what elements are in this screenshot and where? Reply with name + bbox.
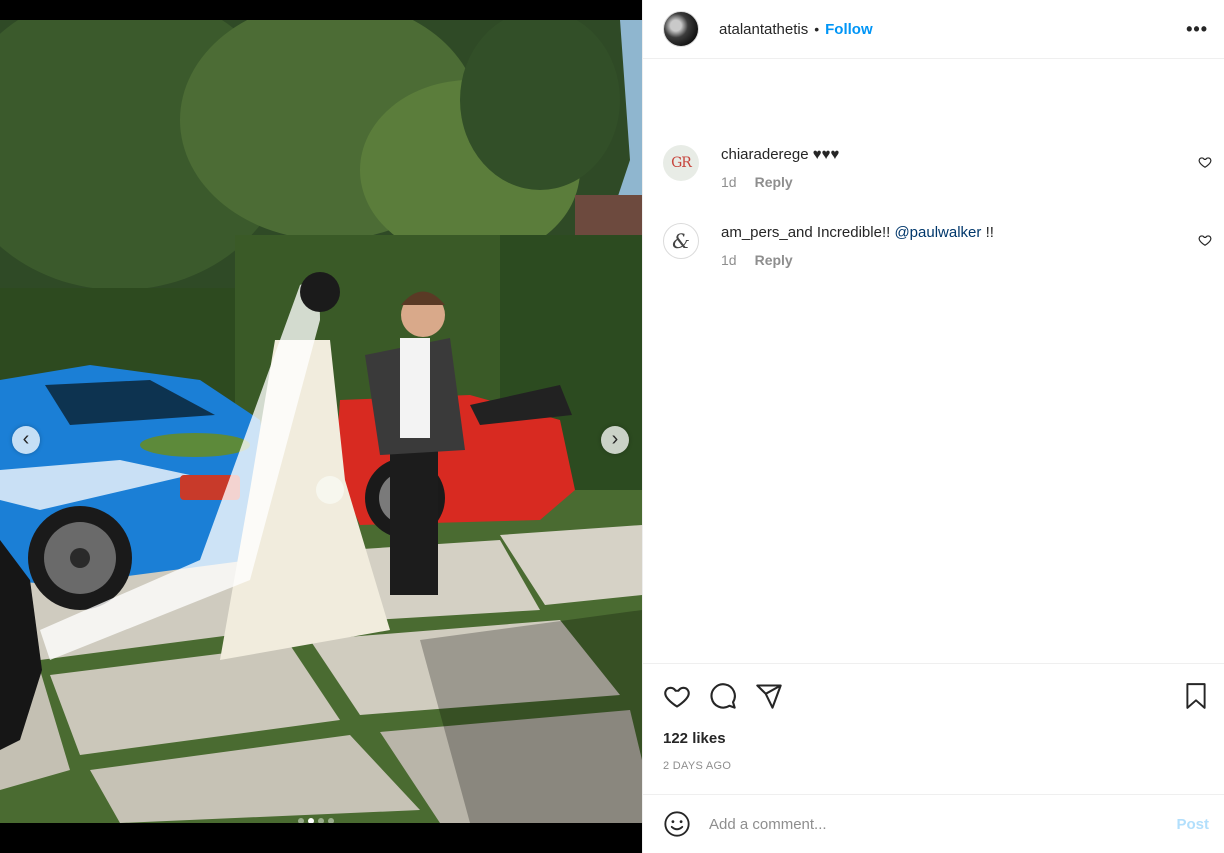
comment-text: Incredible!! (816, 224, 891, 241)
comment-age[interactable]: 1d (721, 252, 737, 268)
likes-count[interactable]: 122 likes (663, 730, 726, 747)
emoji-smiley-icon[interactable] (663, 810, 691, 838)
comment-item: GR chiaraderege ♥♥♥ 1d Reply (663, 145, 1212, 190)
comment-age[interactable]: 1d (721, 174, 737, 190)
carousel-dot (328, 818, 334, 823)
post-side-panel: atalantathetis • Follow ••• GR chiarader… (642, 0, 1224, 853)
like-heart-icon[interactable] (663, 682, 691, 710)
carousel-dot (318, 818, 324, 823)
post-comment-button[interactable]: Post (1176, 816, 1209, 833)
wedding-photo-illustration (0, 20, 642, 823)
comment-like-heart-icon[interactable] (1198, 233, 1212, 247)
post-actions-area: 122 likes 2 DAYS AGO (643, 663, 1224, 794)
carousel-dot-active (308, 818, 314, 823)
comment-meta: 1d Reply (721, 252, 1212, 268)
comment-author[interactable]: chiaraderege (721, 146, 809, 163)
action-buttons (663, 682, 783, 710)
share-paper-plane-icon[interactable] (755, 682, 783, 710)
author-avatar[interactable] (663, 11, 699, 47)
previous-slide-button[interactable]: ‹ (12, 426, 40, 454)
more-options-icon[interactable]: ••• (1186, 19, 1208, 40)
post-timestamp[interactable]: 2 DAYS AGO (663, 760, 731, 772)
comment-text-after: !! (985, 224, 994, 241)
carousel-indicator (298, 818, 334, 823)
comment-text: ♥♥♥ (812, 146, 840, 163)
add-comment-bar: Post (643, 794, 1224, 853)
comment-like-heart-icon[interactable] (1198, 155, 1212, 169)
comment-text-line: am_pers_and Incredible!! @paulwalker !! (721, 223, 1212, 243)
comment-meta: 1d Reply (721, 174, 1212, 190)
comment-input[interactable] (709, 815, 1177, 833)
comment-bubble-icon[interactable] (709, 682, 737, 710)
follow-button[interactable]: Follow (825, 21, 873, 38)
comment-mention-link[interactable]: @paulwalker (894, 224, 981, 241)
save-bookmark-icon[interactable] (1183, 682, 1209, 710)
header-separator: • (814, 21, 820, 37)
next-slide-button[interactable]: › (601, 426, 629, 454)
post-header: atalantathetis • Follow ••• (643, 0, 1224, 59)
author-username[interactable]: atalantathetis (719, 21, 808, 38)
post-media: ‹ › (0, 0, 642, 853)
reply-button[interactable]: Reply (755, 252, 793, 268)
post-photo[interactable]: ‹ › (0, 20, 642, 823)
reply-button[interactable]: Reply (755, 174, 793, 190)
commenter-avatar[interactable]: & (663, 223, 699, 259)
commenter-avatar[interactable]: GR (663, 145, 699, 181)
comment-item: & am_pers_and Incredible!! @paulwalker !… (663, 223, 1212, 268)
comments-list: GR chiaraderege ♥♥♥ 1d Reply & am_pers_a… (643, 59, 1224, 663)
carousel-dot (298, 818, 304, 823)
comment-author[interactable]: am_pers_and (721, 224, 813, 241)
comment-text-line: chiaraderege ♥♥♥ (721, 145, 1212, 165)
